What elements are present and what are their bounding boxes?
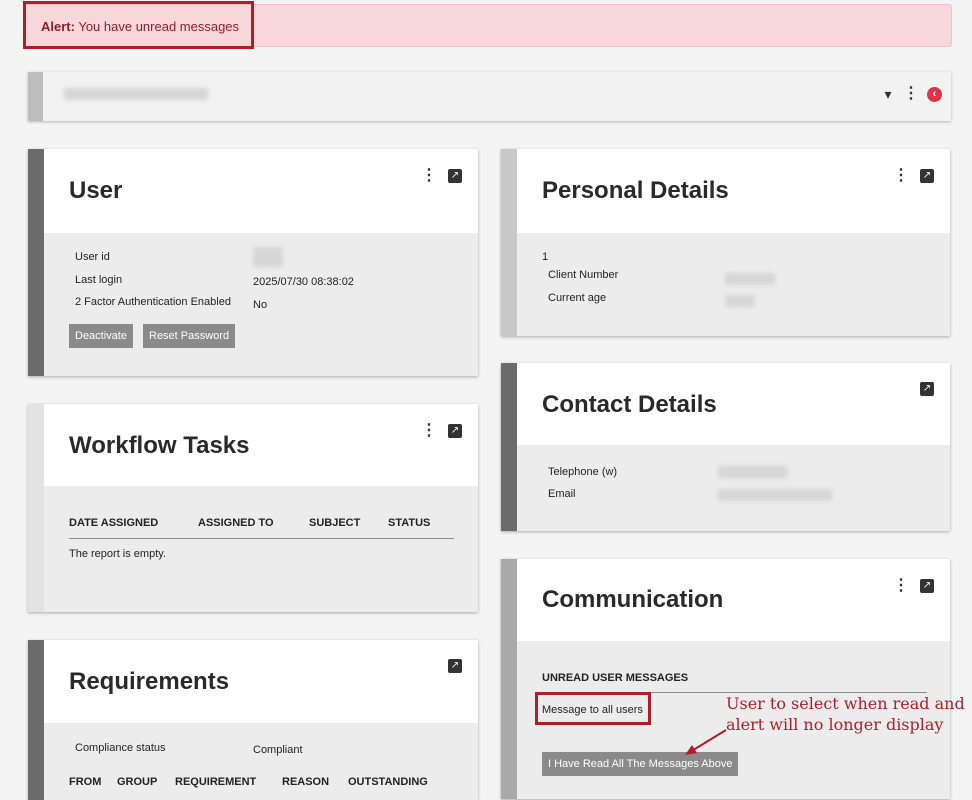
card-toolbar: ⋮ ↗ bbox=[421, 423, 462, 439]
header-stripe bbox=[28, 72, 43, 121]
column-header[interactable]: OUTSTANDING bbox=[348, 776, 428, 788]
workflow-card-title: Workflow Tasks bbox=[69, 432, 250, 459]
column-header[interactable]: FROM bbox=[69, 776, 101, 788]
last-login-value: 2025/07/30 08:38:02 bbox=[253, 276, 354, 288]
record-header-bar: ▾ ⋮ ‹ bbox=[28, 72, 951, 121]
expand-icon[interactable]: ↗ bbox=[920, 579, 934, 593]
requirements-card-body: Compliance status Compliant FROM GROUP R… bbox=[44, 723, 478, 800]
user-id-label: User id bbox=[75, 251, 110, 263]
annotation-text: User to select when read and alert will … bbox=[726, 693, 965, 735]
last-login-label: Last login bbox=[75, 274, 123, 286]
workflow-tasks-card: Workflow Tasks ⋮ ↗ DATE ASSIGNED ASSIGNE… bbox=[28, 404, 478, 612]
expand-icon[interactable]: ↗ bbox=[448, 169, 462, 183]
column-header[interactable]: DATE ASSIGNED bbox=[69, 517, 158, 529]
column-header[interactable]: STATUS bbox=[388, 517, 430, 529]
telephone-label: Telephone (w) bbox=[548, 466, 618, 478]
kebab-menu-icon[interactable]: ⋮ bbox=[903, 86, 919, 102]
contact-card-title: Contact Details bbox=[542, 391, 717, 418]
empty-report-text: The report is empty. bbox=[69, 548, 166, 560]
two-factor-value: No bbox=[253, 299, 268, 311]
alert-highlight-annotation bbox=[23, 1, 254, 49]
card-toolbar: ⋮ ↗ bbox=[893, 168, 934, 184]
expand-icon[interactable]: ↗ bbox=[448, 659, 462, 673]
annotation-line-1: User to select when read and bbox=[726, 694, 965, 713]
redacted-telephone bbox=[718, 466, 788, 478]
card-stripe bbox=[501, 559, 517, 799]
contact-details-card: Contact Details ↗ Telephone (w) Email bbox=[501, 363, 950, 531]
two-factor-label: 2 Factor Authentication Enabled bbox=[75, 296, 231, 308]
kebab-menu-icon[interactable]: ⋮ bbox=[893, 168, 909, 184]
personal-details-card: Personal Details ⋮ ↗ 1 Client Number Cur… bbox=[501, 149, 950, 336]
table-divider bbox=[69, 538, 454, 539]
card-stripe bbox=[28, 149, 44, 376]
card-stripe bbox=[501, 149, 517, 336]
card-toolbar: ⋮ ↗ bbox=[421, 168, 462, 184]
card-toolbar: ↗ bbox=[920, 382, 934, 396]
redacted-client-number bbox=[725, 273, 775, 285]
client-number-label: Client Number bbox=[548, 269, 619, 281]
personal-card-body: 1 Client Number Current age bbox=[517, 233, 950, 336]
requirements-card: Requirements ↗ Compliance status Complia… bbox=[28, 640, 478, 800]
communication-card-title: Communication bbox=[542, 586, 724, 613]
kebab-menu-icon[interactable]: ⋮ bbox=[421, 168, 437, 184]
communication-card: Communication ⋮ ↗ UNREAD USER MESSAGES M… bbox=[501, 559, 950, 799]
email-label: Email bbox=[548, 488, 576, 500]
annotation-arrow-icon bbox=[685, 729, 727, 755]
personal-card-title: Personal Details bbox=[542, 177, 729, 204]
kebab-menu-icon[interactable]: ⋮ bbox=[893, 578, 909, 594]
redacted-user-id bbox=[253, 247, 283, 267]
redacted-record-name bbox=[64, 88, 208, 100]
user-card-title: User bbox=[69, 177, 123, 204]
column-header[interactable]: REQUIREMENT bbox=[175, 776, 256, 788]
user-card: User ⋮ ↗ User id Last login 2025/07/30 0… bbox=[28, 149, 478, 376]
reset-password-button[interactable]: Reset Password bbox=[143, 324, 236, 348]
message-highlight-annotation bbox=[535, 692, 651, 725]
record-index: 1 bbox=[542, 251, 549, 263]
compliance-label: Compliance status bbox=[75, 742, 166, 754]
card-toolbar: ⋮ ↗ bbox=[893, 578, 934, 594]
column-header[interactable]: REASON bbox=[282, 776, 329, 788]
column-header[interactable]: SUBJECT bbox=[309, 517, 360, 529]
unread-messages-heading: UNREAD USER MESSAGES bbox=[542, 672, 689, 684]
deactivate-button[interactable]: Deactivate bbox=[69, 324, 133, 348]
card-stripe bbox=[28, 640, 44, 800]
column-header[interactable]: GROUP bbox=[117, 776, 157, 788]
current-age-label: Current age bbox=[548, 292, 607, 304]
expand-icon[interactable]: ↗ bbox=[448, 424, 462, 438]
header-toolbar: ▾ ⋮ ‹ bbox=[881, 86, 942, 102]
column-header[interactable]: ASSIGNED TO bbox=[198, 517, 274, 529]
kebab-menu-icon[interactable]: ⋮ bbox=[421, 423, 437, 439]
user-card-body: User id Last login 2025/07/30 08:38:02 2… bbox=[44, 233, 478, 376]
compliance-value: Compliant bbox=[253, 744, 303, 756]
double-chevron-down-icon[interactable]: ▾ bbox=[881, 86, 895, 102]
card-stripe bbox=[501, 363, 517, 531]
card-stripe bbox=[28, 404, 44, 612]
expand-icon[interactable]: ↗ bbox=[920, 382, 934, 396]
redacted-email bbox=[718, 489, 832, 501]
workflow-card-body: DATE ASSIGNED ASSIGNED TO SUBJECT STATUS… bbox=[44, 486, 478, 612]
annotation-line-2: alert will no longer display bbox=[726, 715, 944, 734]
close-circle-icon[interactable]: ‹ bbox=[927, 86, 942, 102]
expand-icon[interactable]: ↗ bbox=[920, 169, 934, 183]
contact-card-body: Telephone (w) Email bbox=[517, 445, 950, 531]
card-toolbar: ↗ bbox=[448, 659, 462, 673]
redacted-current-age bbox=[725, 295, 755, 307]
requirements-card-title: Requirements bbox=[69, 668, 230, 695]
